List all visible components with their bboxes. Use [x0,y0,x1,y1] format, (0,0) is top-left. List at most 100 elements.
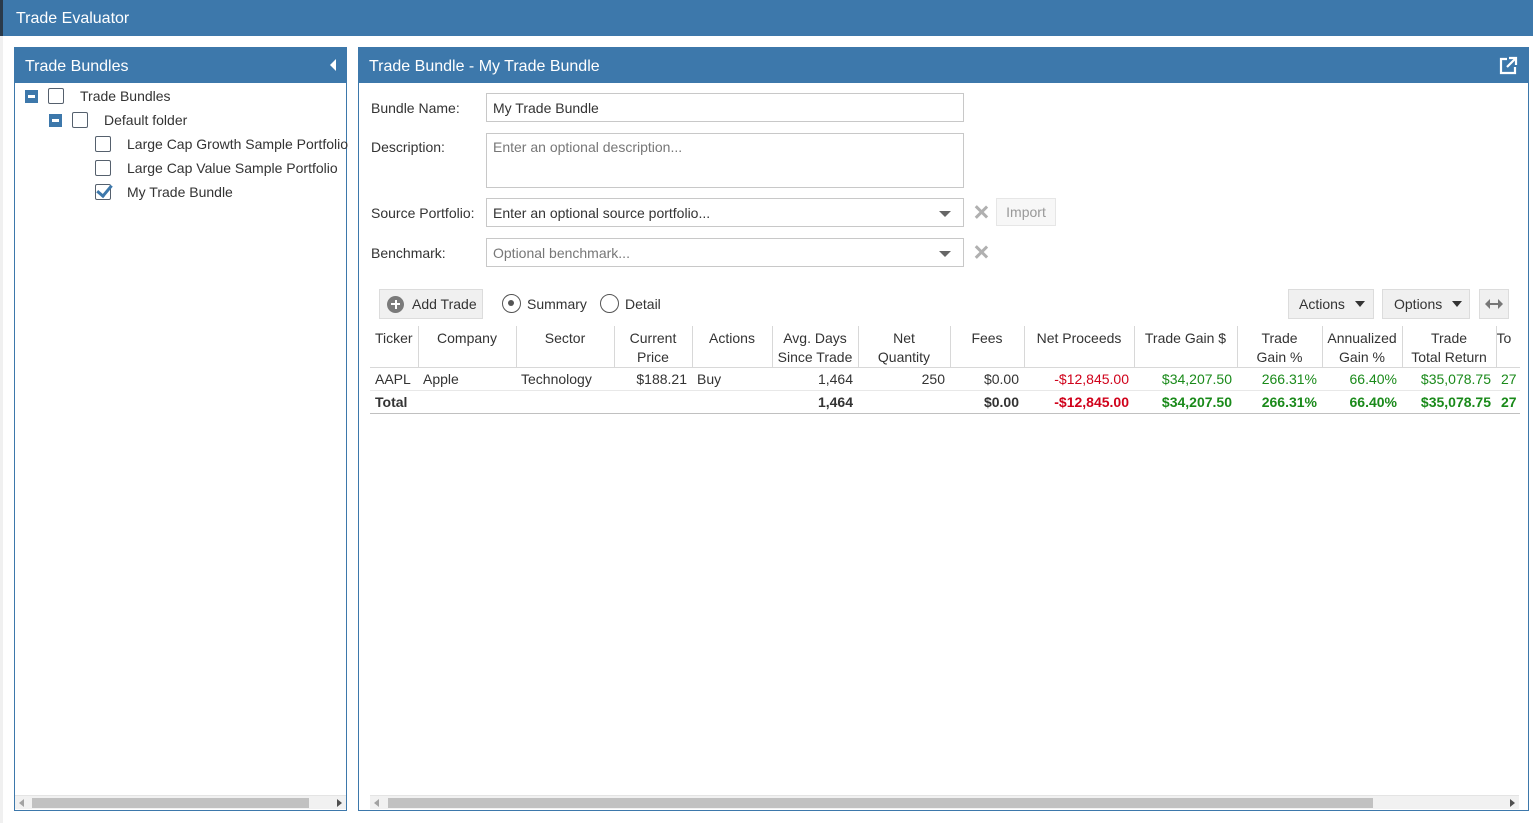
tree-checkbox[interactable] [48,88,64,104]
cell-net-quantity: 250 [858,367,950,391]
add-trade-button[interactable]: Add Trade [379,289,483,319]
cell-total-avg-days: 1,464 [772,390,858,414]
trade-bundles-panel: Trade Bundles Trade Bundles Default fold… [14,47,348,811]
import-button[interactable]: Import [996,198,1056,226]
detail-label: Detail [625,295,661,312]
cell-avg-days: 1,464 [772,367,858,391]
cell-actions: Buy [692,367,772,391]
col-header-sector[interactable]: Sector [516,326,615,368]
tree-item-large-cap-growth[interactable]: Large Cap Growth Sample Portfolio [95,133,348,155]
trade-bundles-panel-header: Trade Bundles [15,48,346,83]
resize-columns-button[interactable] [1479,289,1509,319]
benchmark-combobox[interactable]: Optional benchmark... [486,238,964,267]
left-horizontal-scrollbar[interactable] [15,795,346,809]
panel-title: Trade Bundle - My Trade Bundle [369,58,600,75]
col-header-ticker[interactable]: Ticker [370,326,419,368]
popout-icon[interactable] [1498,56,1518,76]
col-header-avg-days[interactable]: Avg. Days Since Trade [772,326,859,368]
scroll-left-icon[interactable] [374,799,379,807]
tree-item-trade-bundles[interactable]: Trade Bundles [25,85,171,107]
bundle-name-label: Bundle Name: [371,100,460,116]
benchmark-label: Benchmark: [371,245,446,261]
scrollbar-thumb[interactable] [32,798,309,808]
col-header-trade-gain-pct[interactable]: Trade Gain % [1237,326,1323,368]
table-row[interactable]: AAPL Apple Technology $188.21 Buy 1,464 … [370,367,1520,391]
window-edge [0,36,3,823]
radio-selected-icon[interactable] [502,294,521,313]
clear-source-icon[interactable] [974,205,988,219]
trades-grid: Ticker Company Sector Current Price Actio… [370,326,1520,414]
scroll-left-icon[interactable] [19,799,24,807]
source-portfolio-combobox[interactable]: Enter an optional source portfolio... [486,198,964,227]
tree-item-label[interactable]: My Trade Bundle [127,184,233,200]
cell-total-trade-total-return: $35,078.75 [1402,390,1496,414]
col-header-truncated[interactable]: To [1496,326,1520,368]
actions-label: Actions [1299,296,1345,312]
cell-total-annualized-gain-pct: 66.40% [1322,390,1402,414]
scroll-right-icon[interactable] [337,799,342,807]
horizontal-arrows-icon [1485,299,1503,309]
actions-dropdown-button[interactable]: Actions [1288,289,1374,319]
scrollbar-thumb[interactable] [388,798,1373,808]
col-header-actions[interactable]: Actions [692,326,773,368]
radio-unselected-icon[interactable] [600,294,619,313]
app-title: Trade Evaluator [16,10,130,27]
cell-total-truncated: 27 [1496,390,1520,414]
col-header-net-proceeds[interactable]: Net Proceeds [1024,326,1135,368]
options-label: Options [1394,296,1443,312]
app-title-bar: Trade Evaluator [0,0,1533,36]
tree-item-label[interactable]: Trade Bundles [80,88,171,104]
chevron-down-icon[interactable] [939,211,951,217]
tree-checkbox[interactable] [95,160,111,176]
scroll-right-icon[interactable] [1510,799,1515,807]
tree-item-default-folder[interactable]: Default folder [49,109,187,131]
bundle-name-input[interactable] [486,93,964,122]
benchmark-placeholder: Optional benchmark... [493,245,630,261]
cell-net-proceeds: -$12,845.00 [1024,367,1134,391]
plus-circle-icon [387,295,404,313]
tree-item-large-cap-value[interactable]: Large Cap Value Sample Portfolio [95,157,338,179]
source-portfolio-value: Enter an optional source portfolio... [493,205,711,221]
col-header-trade-total-return[interactable]: Trade Total Return [1402,326,1497,368]
chevron-down-icon [1354,301,1365,307]
col-header-annualized-gain-pct[interactable]: Annualized Gain % [1322,326,1403,368]
description-input[interactable] [486,133,964,188]
chevron-down-icon[interactable] [939,251,951,257]
col-header-current-price[interactable]: Current Price [614,326,693,368]
tree-checkbox[interactable] [95,136,111,152]
cell-current-price: $188.21 [614,367,692,391]
tree-checkbox-checked[interactable] [95,184,111,200]
cell-total-net-proceeds: -$12,845.00 [1024,390,1134,414]
collapse-tree-icon[interactable] [25,89,38,103]
detail-radio[interactable]: Detail [600,294,661,313]
collapse-left-icon[interactable] [330,59,336,71]
grid-horizontal-scrollbar[interactable] [370,795,1519,809]
cell-trade-gain-pct: 266.31% [1237,367,1322,391]
col-header-net-quantity[interactable]: Net Quantity [858,326,951,368]
col-header-fees[interactable]: Fees [950,326,1025,368]
tree-item-label[interactable]: Large Cap Growth Sample Portfolio [127,136,348,152]
summary-radio[interactable]: Summary [502,294,587,313]
options-dropdown-button[interactable]: Options [1382,289,1470,319]
cell-total-label: Total [370,390,418,414]
tree-item-label[interactable]: Default folder [104,112,187,128]
cell-fees: $0.00 [950,367,1024,391]
cell-empty [516,390,614,414]
clear-benchmark-icon[interactable] [974,245,988,259]
cell-empty [858,390,950,414]
trade-bundle-panel: Trade Bundle - My Trade Bundle Bundle Na… [358,47,1529,811]
cell-total-fees: $0.00 [950,390,1024,414]
col-header-trade-gain[interactable]: Trade Gain $ [1134,326,1238,368]
tree-item-label[interactable]: Large Cap Value Sample Portfolio [127,160,338,176]
cell-total-trade-gain: $34,207.50 [1134,390,1237,414]
col-header-company[interactable]: Company [418,326,517,368]
chevron-down-icon [1452,301,1463,307]
summary-label: Summary [527,295,587,312]
cell-annualized-gain-pct: 66.40% [1322,367,1402,391]
total-row: Total 1,464 $0.00 -$12,845.00 $34,207.50… [370,390,1520,414]
add-trade-label: Add Trade [412,296,477,312]
tree-checkbox[interactable] [72,112,88,128]
collapse-tree-icon[interactable] [49,113,62,127]
tree-item-my-trade-bundle[interactable]: My Trade Bundle [95,181,233,203]
cell-trade-gain: $34,207.50 [1134,367,1237,391]
